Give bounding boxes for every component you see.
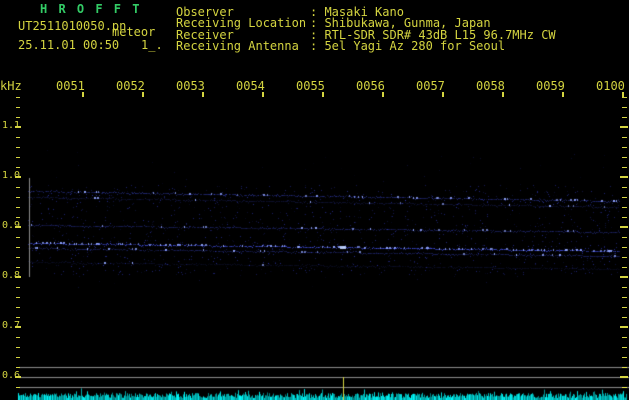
y-tick-right [622, 307, 627, 308]
y-tick-right [622, 247, 627, 248]
x-tick-mark-0055 [322, 92, 324, 97]
y-tick-right [620, 176, 628, 178]
y-tick-left [16, 197, 20, 198]
x-tick-label-0057: 0057 [416, 79, 445, 93]
x-tick-label-0056: 0056 [356, 79, 385, 93]
y-tick-right [622, 337, 627, 338]
y-tick-left [16, 317, 20, 318]
y-tick-left [16, 347, 20, 348]
y-tick-right [622, 357, 627, 358]
y-tick-left [15, 176, 21, 178]
y-tick-left [16, 157, 20, 158]
y-tick-left [15, 276, 21, 278]
y-tick-right [622, 287, 627, 288]
x-tick-label-0100: 0100 [596, 79, 625, 93]
y-tick-left [16, 357, 20, 358]
x-tick-label-0054: 0054 [236, 79, 265, 93]
y-tick-left [16, 257, 20, 258]
y-tick-left [16, 97, 20, 98]
y-tick-left [16, 307, 20, 308]
file-name: UT2511010050.pn [18, 19, 127, 33]
y-tick-left [16, 137, 20, 138]
y-tick-right [622, 147, 627, 148]
y-tick-right [622, 187, 627, 188]
x-tick-mark-0051 [82, 92, 84, 97]
y-tick-right [622, 197, 627, 198]
x-tick-mark-0052 [142, 92, 144, 97]
y-tick-left [16, 297, 20, 298]
x-tick-label-0059: 0059 [536, 79, 565, 93]
y-tick-right [622, 367, 627, 368]
y-tick-right [620, 226, 628, 228]
y-tick-left [16, 287, 20, 288]
y-tick-right [622, 107, 627, 108]
x-tick-mark-0053 [202, 92, 204, 97]
x-tick-mark-0059 [562, 92, 564, 97]
x-tick-label-0058: 0058 [476, 79, 505, 93]
y-tick-right [622, 207, 627, 208]
y-tick-left [15, 376, 21, 378]
field-value-receiving-antenna: : 5el Yagi Az 280 for Seoul [310, 39, 506, 53]
y-tick-right [620, 276, 628, 278]
x-tick-mark-0054 [262, 92, 264, 97]
y-tick-right [620, 376, 628, 378]
x-tick-mark-0057 [442, 92, 444, 97]
spectrogram-plot [0, 0, 629, 400]
y-tick-right [622, 167, 627, 168]
x-tick-label-0053: 0053 [176, 79, 205, 93]
x-tick-label-0052: 0052 [116, 79, 145, 93]
y-tick-right [622, 317, 627, 318]
y-tick-left [16, 147, 20, 148]
y-tick-left [16, 187, 20, 188]
y-tick-right [622, 117, 627, 118]
datetime-label: 25.11.01 00:50 [18, 38, 120, 52]
y-tick-right [622, 237, 627, 238]
y-tick-right [620, 326, 628, 328]
y-tick-left [16, 387, 20, 388]
x-tick-mark-0058 [502, 92, 504, 97]
app-title: H R O F F T [40, 2, 142, 16]
x-tick-label-0051: 0051 [56, 79, 85, 93]
y-tick-left [16, 237, 20, 238]
y-tick-left [15, 226, 21, 228]
y-tick-left [16, 247, 20, 248]
x-tick-label-0055: 0055 [296, 79, 325, 93]
y-tick-right [620, 126, 628, 128]
y-tick-right [622, 387, 627, 388]
y-tick-left [15, 126, 21, 128]
y-tick-left [16, 217, 20, 218]
x-tick-mark-0056 [382, 92, 384, 97]
y-tick-left [16, 167, 20, 168]
counter-label: 1_. [141, 38, 163, 52]
y-tick-left [16, 207, 20, 208]
y-tick-right [622, 97, 627, 98]
file-meteor-label: meteor [112, 25, 156, 39]
y-tick-left [16, 117, 20, 118]
hrofft-window: H R O F F T UT2511010050.pn meteor 25.11… [0, 0, 629, 400]
y-tick-right [622, 257, 627, 258]
y-axis-unit-label: kHz [0, 79, 22, 93]
y-tick-right [622, 217, 627, 218]
y-tick-left [15, 326, 21, 328]
y-tick-left [16, 367, 20, 368]
y-tick-right [622, 347, 627, 348]
y-tick-left [16, 267, 20, 268]
y-tick-right [622, 157, 627, 158]
y-tick-right [622, 137, 627, 138]
field-label-receiving-antenna: Receiving Antenna [176, 39, 299, 53]
y-tick-left [16, 337, 20, 338]
y-tick-left [16, 107, 20, 108]
y-tick-right [622, 297, 627, 298]
y-tick-right [622, 267, 627, 268]
